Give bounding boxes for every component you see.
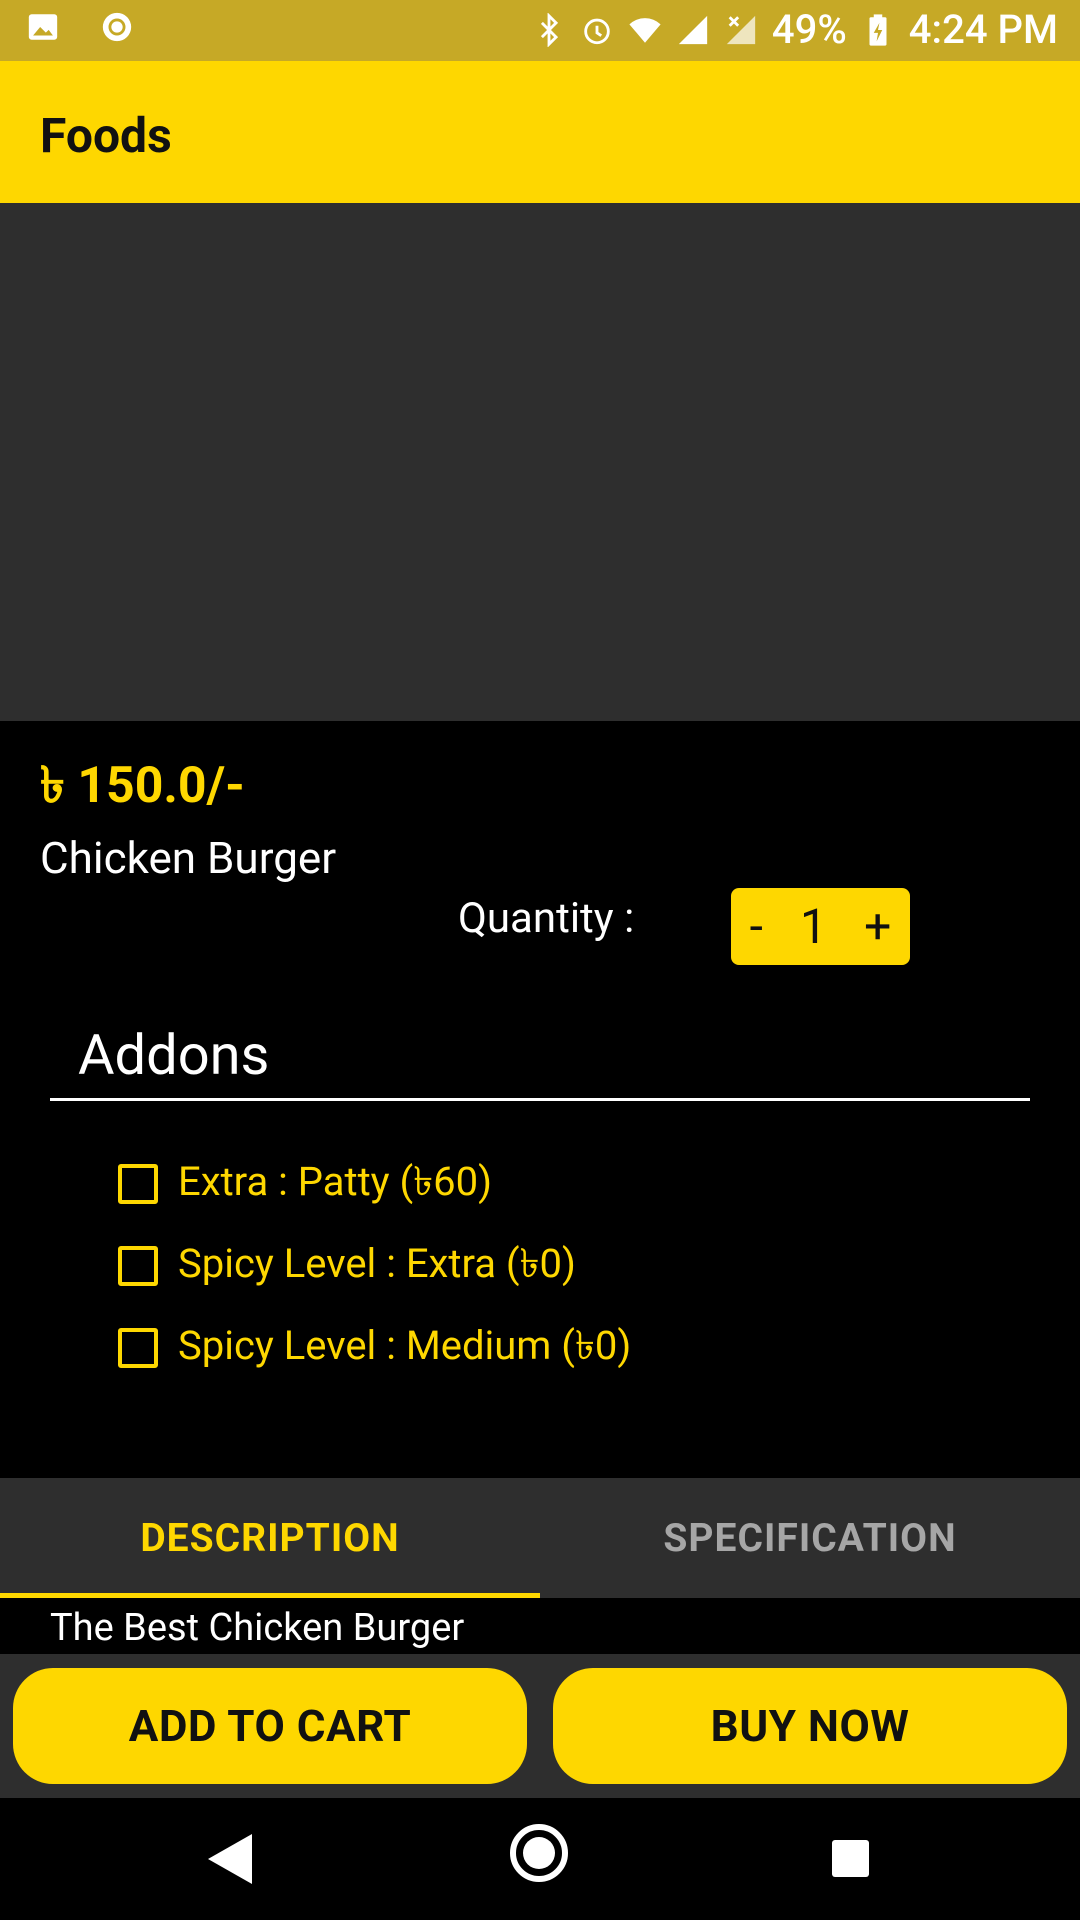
quantity-label: Quantity :: [458, 894, 635, 943]
product-price: ৳ 150.0/-: [40, 757, 245, 815]
addon-item-spicy-extra[interactable]: Spicy Level : Extra (৳0): [118, 1232, 576, 1299]
checkbox[interactable]: [118, 1163, 158, 1204]
addon-label: Spicy Level : Medium (৳0): [178, 1322, 632, 1369]
back-icon[interactable]: [208, 1834, 252, 1884]
product-image: [0, 203, 1080, 721]
add-to-cart-button[interactable]: ADD TO CART: [13, 1668, 527, 1784]
status-bar: 49% 4:24 PM: [0, 0, 1080, 61]
checkbox[interactable]: [118, 1245, 158, 1286]
battery-percent: 49%: [771, 6, 847, 53]
addons-heading: Addons: [78, 1022, 270, 1088]
checkbox[interactable]: [118, 1327, 158, 1368]
page-title: Foods: [40, 107, 172, 164]
navigation-bar: [0, 1798, 1080, 1920]
addon-label: Spicy Level : Extra (৳0): [178, 1240, 576, 1287]
tab-description[interactable]: DESCRIPTION: [0, 1478, 540, 1598]
app-bar: Foods: [0, 61, 1080, 203]
image-notification-icon: [28, 14, 58, 40]
quantity-value: 1: [800, 898, 827, 955]
description-text: The Best Chicken Burger: [50, 1606, 465, 1650]
clock: 4:24 PM: [908, 6, 1058, 53]
bluetooth-icon: [540, 12, 558, 47]
wifi-icon: [629, 17, 661, 43]
addon-item-spicy-medium[interactable]: Spicy Level : Medium (৳0): [118, 1314, 631, 1381]
record-notification-icon: [102, 12, 132, 42]
status-right: 49% 4:24 PM: [532, 6, 1058, 53]
addons-divider: [50, 1098, 1030, 1101]
home-icon[interactable]: [510, 1824, 568, 1882]
product-name: Chicken Burger: [40, 832, 337, 884]
quantity-increment-button[interactable]: +: [864, 898, 891, 955]
tab-specification[interactable]: SPECIFICATION: [540, 1478, 1080, 1598]
signal-no-data-icon: [726, 15, 756, 44]
alarm-icon: [584, 18, 610, 44]
signal-icon: [678, 15, 708, 44]
addon-item-patty[interactable]: Extra : Patty (৳60): [118, 1150, 492, 1217]
addon-label: Extra : Patty (৳60): [178, 1158, 493, 1205]
buy-now-button[interactable]: BUY NOW: [553, 1668, 1067, 1784]
tab-bar: DESCRIPTION SPECIFICATION: [0, 1478, 1080, 1598]
status-left-icons: [26, 10, 134, 44]
quantity-decrement-button[interactable]: -: [750, 898, 763, 955]
quantity-stepper: - 1 +: [731, 888, 910, 965]
recent-apps-icon[interactable]: [832, 1840, 869, 1877]
battery-charging-icon: [869, 13, 887, 46]
